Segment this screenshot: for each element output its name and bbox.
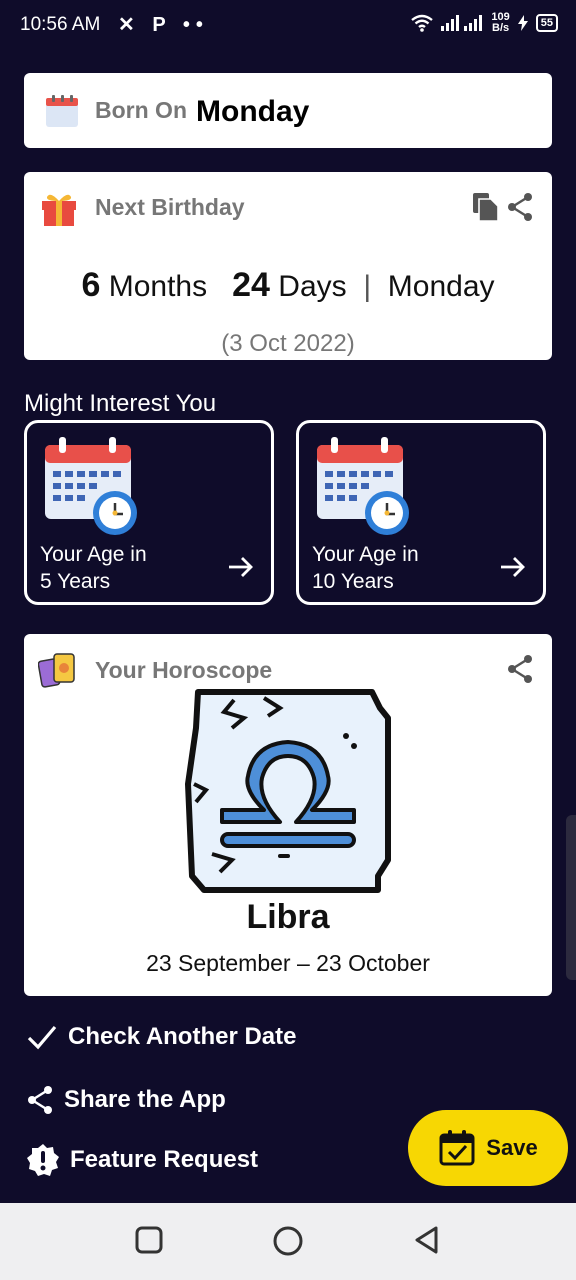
age-card-line1: Your Age in xyxy=(40,543,147,566)
calendar-check-icon xyxy=(439,1130,475,1166)
days-label: Days xyxy=(278,270,347,303)
age-card-line2: 5 Years xyxy=(40,570,111,593)
system-nav-bar xyxy=(0,1203,576,1280)
charging-icon xyxy=(517,15,528,31)
status-right: 109 B/s 55 xyxy=(411,12,558,34)
horoscope-card: Your Horoscope Libra 23 September – 23 O… xyxy=(24,634,552,996)
network-speed: 109 B/s xyxy=(491,12,509,34)
age-card-line1: Your Age in xyxy=(312,543,419,566)
status-time: 10:56 AM xyxy=(20,14,101,35)
age-in-10-years-card[interactable]: Your Age in 10 Years xyxy=(296,420,546,605)
age-card-text: Your Age in 10 Years xyxy=(312,541,419,595)
share-app-label: Share the App xyxy=(64,1086,226,1113)
next-birthday-title: Next Birthday xyxy=(95,194,245,220)
months-value: 6 xyxy=(81,266,101,304)
days-value: 24 xyxy=(232,266,270,304)
share-app-button[interactable]: Share the App xyxy=(26,1085,226,1115)
check-another-date-label: Check Another Date xyxy=(68,1023,297,1050)
recents-button-icon[interactable] xyxy=(134,1225,164,1255)
check-another-date-button[interactable]: Check Another Date xyxy=(26,1023,297,1051)
wifi-icon xyxy=(411,14,434,32)
notification-icons: ✕ P •• xyxy=(118,14,209,36)
back-button-icon[interactable] xyxy=(412,1225,442,1255)
horoscope-sign: Libra xyxy=(246,898,330,936)
libra-sign-icon xyxy=(185,689,391,893)
share-icon[interactable] xyxy=(506,192,534,222)
battery-level: 55 xyxy=(535,14,558,32)
might-interest-title: Might Interest You xyxy=(24,390,217,417)
born-on-card: Born On Monday xyxy=(24,73,552,148)
save-button[interactable]: Save xyxy=(408,1110,568,1186)
age-card-line2: 10 Years xyxy=(312,570,394,593)
gift-icon xyxy=(42,194,76,226)
horoscope-title: Your Horoscope xyxy=(95,657,273,683)
share-icon xyxy=(28,1086,52,1114)
next-birthday-card: Next Birthday 6 Months 24 Days | Monday … xyxy=(24,172,552,360)
feature-request-label: Feature Request xyxy=(70,1146,259,1173)
next-birthday-actions xyxy=(472,192,534,222)
born-on-day: Monday xyxy=(196,95,310,128)
signal-icon xyxy=(441,15,483,31)
age-card-text: Your Age in 5 Years xyxy=(40,541,147,595)
status-bar: 10:56 AM ✕ P •• 109 B/s 55 xyxy=(0,0,576,52)
age-in-5-years-card[interactable]: Your Age in 5 Years xyxy=(24,420,274,605)
network-speed-unit: B/s xyxy=(492,22,510,34)
next-birthday-date: (3 Oct 2022) xyxy=(221,330,355,357)
calendar-clock-icon xyxy=(317,437,409,535)
calendar-clock-icon xyxy=(45,437,137,535)
alert-badge-icon xyxy=(27,1144,59,1176)
months-label: Months xyxy=(108,270,208,303)
check-icon xyxy=(27,1025,57,1050)
share-icon[interactable] xyxy=(506,654,534,684)
copy-icon[interactable] xyxy=(472,192,500,222)
tarot-cards-icon xyxy=(38,653,75,688)
calendar-icon xyxy=(46,95,78,127)
separator: | xyxy=(363,270,372,303)
feature-request-button[interactable]: Feature Request xyxy=(26,1143,258,1177)
arrow-right-icon xyxy=(229,557,253,577)
birthday-weekday: Monday xyxy=(387,270,495,303)
home-button-icon[interactable] xyxy=(272,1225,304,1257)
horoscope-date-range: 23 September – 23 October xyxy=(146,950,430,976)
born-on-label: Born On xyxy=(95,97,187,123)
next-birthday-countdown: 6 Months 24 Days | Monday xyxy=(24,266,552,305)
save-label: Save xyxy=(486,1135,538,1160)
scroll-indicator xyxy=(566,815,576,980)
arrow-right-icon xyxy=(501,557,525,577)
